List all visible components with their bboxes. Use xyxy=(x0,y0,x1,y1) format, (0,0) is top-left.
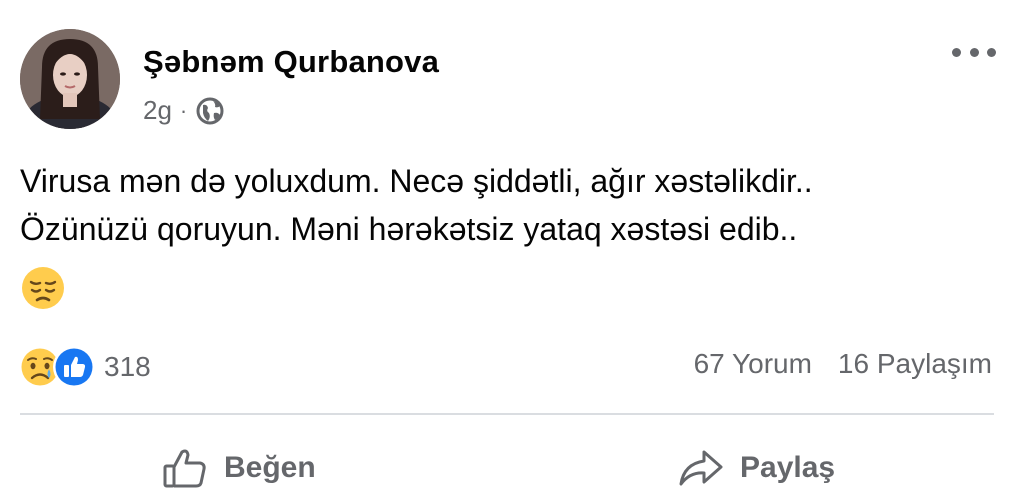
more-options-button[interactable] xyxy=(952,40,996,64)
share-count-link[interactable]: 16 Paylaşım xyxy=(838,348,992,380)
share-button-label: Paylaş xyxy=(740,451,836,484)
post-text-line: Virusa mən də yoluxdum. Necə şiddətli, a… xyxy=(20,163,813,199)
like-reaction-icon xyxy=(52,345,96,389)
share-arrow-icon xyxy=(678,448,724,488)
post-meta: 2g · xyxy=(143,95,225,126)
meta-separator: · xyxy=(179,97,188,123)
engagement-counts: 67 Yorum 16 Paylaşım xyxy=(694,348,992,380)
author-name[interactable]: Şəbnəm Qurbanova xyxy=(143,44,439,80)
thumbs-up-icon xyxy=(162,446,208,490)
comment-count-link[interactable]: 67 Yorum xyxy=(694,348,812,380)
globe-icon xyxy=(195,96,225,126)
post-time[interactable]: 2g xyxy=(143,95,172,126)
like-button-label: Beğen xyxy=(224,451,316,484)
reactions-summary[interactable]: 318 xyxy=(18,345,151,389)
post-text-line: Özünüzü qoruyun. Məni hərəkətsiz yataq x… xyxy=(20,211,798,247)
like-button[interactable]: Beğen xyxy=(162,440,316,496)
divider xyxy=(20,413,994,415)
post-card: Şəbnəm Qurbanova 2g · Virusa mən də yolu… xyxy=(0,0,1024,502)
avatar[interactable] xyxy=(20,29,120,129)
pensive-face-icon xyxy=(20,265,66,311)
share-button[interactable]: Paylaş xyxy=(678,440,835,496)
reaction-count: 318 xyxy=(104,351,151,382)
more-horizontal-icon xyxy=(952,47,961,57)
post-text: Virusa mən də yoluxdum. Necə şiddətli, a… xyxy=(20,157,1010,253)
